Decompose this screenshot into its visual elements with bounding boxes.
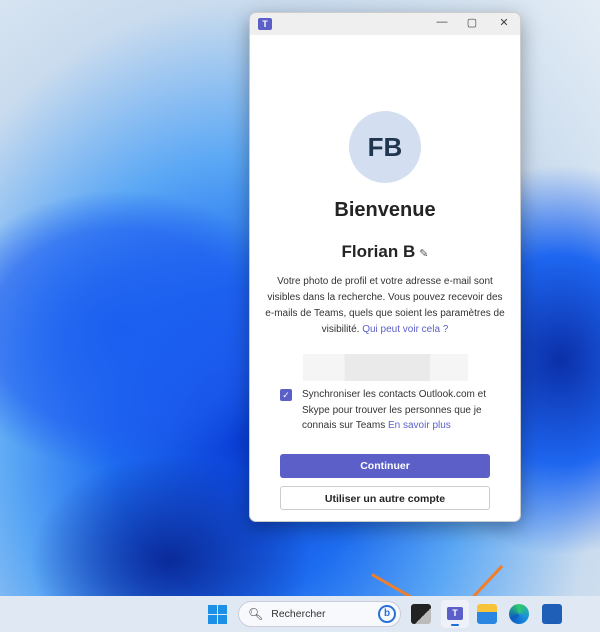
active-indicator <box>451 624 459 626</box>
redacted-email <box>302 354 468 381</box>
file-explorer-icon[interactable] <box>477 604 497 624</box>
edit-pencil-icon[interactable]: ✎ <box>419 248 428 260</box>
windows-start-icon[interactable] <box>208 605 227 624</box>
teams-welcome-window: T — ▢ ✕ FB Bienvenue Florian B ✎ Votre ph… <box>249 12 521 522</box>
teams-icon: T <box>447 607 463 620</box>
visibility-description: Votre photo de profil et votre adresse e… <box>264 274 506 338</box>
task-view-icon[interactable] <box>411 604 431 624</box>
microsoft-store-icon[interactable] <box>542 604 562 624</box>
sync-contacts-option: ✓ Synchroniser les contacts Outlook.com … <box>280 387 500 434</box>
taskbar: 🔍︎ Rechercher b T <box>0 596 600 632</box>
bing-icon[interactable]: b <box>378 605 396 623</box>
display-name-text: Florian B <box>341 242 416 261</box>
welcome-heading: Bienvenue <box>334 199 436 221</box>
avatar[interactable]: FB <box>349 111 421 183</box>
who-can-see-link[interactable]: Qui peut voir cela ? <box>362 324 448 335</box>
edge-icon[interactable] <box>509 604 529 624</box>
maximize-button[interactable]: ▢ <box>462 16 482 29</box>
search-placeholder: Rechercher <box>271 608 326 620</box>
continue-button[interactable]: Continuer <box>280 453 490 478</box>
title-bar: T — ▢ ✕ <box>250 13 520 35</box>
close-button[interactable]: ✕ <box>494 16 514 29</box>
teams-icon: T <box>258 18 272 30</box>
use-another-account-button[interactable]: Utiliser un autre compte <box>280 485 490 510</box>
teams-taskbar-button[interactable]: T <box>441 600 469 628</box>
sync-contacts-checkbox[interactable]: ✓ <box>280 389 292 401</box>
minimize-button[interactable]: — <box>432 16 452 28</box>
taskbar-search[interactable]: 🔍︎ Rechercher b <box>238 601 401 627</box>
search-icon: 🔍︎ <box>248 607 264 621</box>
learn-more-link[interactable]: En savoir plus <box>388 420 451 431</box>
display-name: Florian B ✎ <box>250 242 520 262</box>
